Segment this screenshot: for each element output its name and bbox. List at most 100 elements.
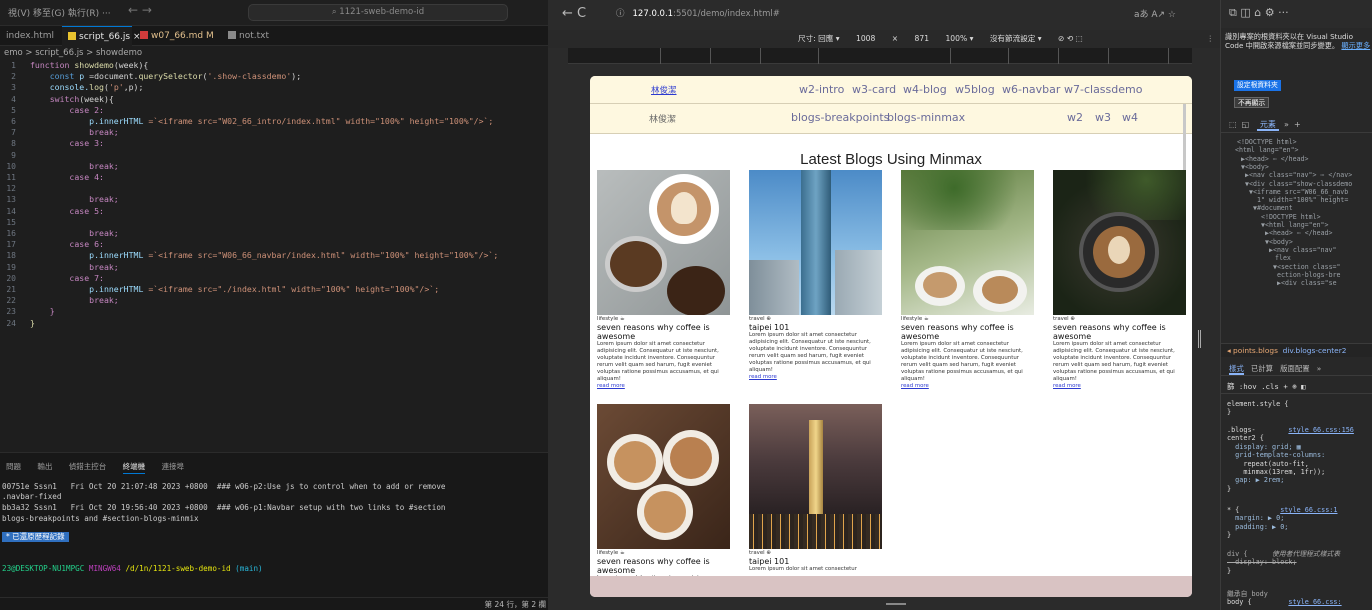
dom-node[interactable]: ▼<body> xyxy=(1241,163,1269,171)
dom-node[interactable]: ▶<nav class="nav" xyxy=(1269,246,1337,254)
code-line[interactable]: break; xyxy=(30,262,119,273)
code-line[interactable]: case 5: xyxy=(30,206,104,217)
css-rule[interactable]: * { style_66.css:1 margin: ▶ 0; padding:… xyxy=(1227,506,1338,540)
inspect-icon[interactable]: ⬚ xyxy=(1229,120,1237,129)
tab-computed[interactable]: 已計算 xyxy=(1251,364,1273,373)
code-line[interactable]: case 3: xyxy=(30,138,104,149)
read-more-link[interactable]: read more xyxy=(901,383,1034,390)
read-more-link[interactable]: read more xyxy=(749,374,882,381)
device-toggle-icon[interactable]: ◱ xyxy=(1242,120,1250,129)
media-query-ruler[interactable] xyxy=(568,48,1192,64)
command-center-search[interactable]: ⌕ 1121-sweb-demo-id xyxy=(248,4,508,21)
add-tab-icon[interactable]: + xyxy=(1294,120,1301,129)
nav-link-w2[interactable]: w2 xyxy=(1067,111,1083,124)
width-input[interactable]: 1008 xyxy=(856,34,875,43)
css-source-link[interactable]: style_66.css:156 xyxy=(1288,426,1353,434)
brand-link[interactable]: 林俊潔 xyxy=(651,84,677,96)
dom-node[interactable]: ection-blogs-bre xyxy=(1277,271,1341,279)
height-input[interactable]: 871 xyxy=(915,34,930,43)
device-tool-icons[interactable]: ⊘ ⟲ ⬚ xyxy=(1058,34,1083,43)
dom-node[interactable]: flex xyxy=(1275,254,1291,262)
nav-link-w4[interactable]: w4 xyxy=(1122,111,1138,124)
back-reload-icon[interactable]: ← C xyxy=(562,6,586,21)
terminal-prompt[interactable]: 23@DESKTOP-NU1MPGC MINGW64 /d/1n/1121-sw… xyxy=(2,564,263,573)
code-line[interactable]: p.innerHTML =`<iframe src="W06_66_navbar… xyxy=(30,250,498,261)
tab-index-html[interactable]: index.html xyxy=(0,26,62,46)
tab-layout[interactable]: 版面配置 xyxy=(1280,364,1310,373)
set-root-folder-button[interactable]: 設定根資料夾 xyxy=(1234,80,1281,91)
code-line[interactable]: break; xyxy=(30,228,119,239)
code-line[interactable]: const p =document.querySelector('.show-c… xyxy=(30,71,301,82)
menu-bar[interactable]: 視(V) 移至(G) 執行(R) ··· xyxy=(8,6,111,19)
breadcrumb[interactable]: emo > script_66.js > showdemo xyxy=(4,46,142,60)
dom-node[interactable]: <!DOCTYPE html> xyxy=(1237,138,1297,146)
dom-node[interactable]: ▼<body> xyxy=(1265,238,1293,246)
dimensions-select[interactable]: 尺寸: 回應 ▾ xyxy=(798,34,840,43)
dom-node[interactable]: ▼#document xyxy=(1253,204,1293,212)
dom-node[interactable]: <html lang="en"> xyxy=(1235,146,1299,154)
dom-node[interactable]: ▼<iframe src="W06_66_navb xyxy=(1249,188,1348,196)
nav-arrows-icon[interactable]: ← → xyxy=(128,3,152,17)
more-tabs-icon[interactable]: » xyxy=(1284,120,1289,129)
bottom-resize-handle[interactable] xyxy=(886,603,906,605)
more-icon[interactable]: » xyxy=(1317,364,1322,373)
info-icon[interactable]: ⓘ xyxy=(616,9,625,19)
dom-node[interactable]: ▼<div class="show-classdemo xyxy=(1245,180,1352,188)
nav-link-blogs-minmax[interactable]: blogs-minmax xyxy=(887,111,965,124)
breadcrumb-item[interactable]: div.blogs-center2 xyxy=(1283,346,1347,355)
tab-styles[interactable]: 樣式 xyxy=(1229,364,1244,375)
dom-node[interactable]: <!DOCTYPE html> xyxy=(1261,213,1321,221)
css-source-link[interactable]: style_66.css:1 xyxy=(1280,506,1337,514)
css-rule[interactable]: div { 使用者代理程式樣式表 display: block; } xyxy=(1227,550,1340,575)
dom-node[interactable]: ▼<section class=" xyxy=(1273,263,1341,271)
read-more-link[interactable]: read more xyxy=(597,383,730,390)
code-line[interactable]: break; xyxy=(30,127,119,138)
css-source-link[interactable]: style_66.css: xyxy=(1288,598,1341,606)
css-rule[interactable]: .blogs- style_66.css:156 center2 { displ… xyxy=(1227,426,1372,493)
nav-link-w2-intro[interactable]: w2-intro xyxy=(799,83,844,96)
code-line[interactable]: case 6: xyxy=(30,239,104,250)
throttling-select[interactable]: 沒有節流設定 ▾ xyxy=(990,34,1042,43)
tab-debug-console[interactable]: 偵錯主控台 xyxy=(69,462,107,471)
code-line[interactable]: break; xyxy=(30,194,119,205)
nav-link-blogs-breakpoints[interactable]: blogs-breakpoints xyxy=(791,111,889,124)
tab-terminal[interactable]: 終端機 xyxy=(122,462,146,474)
tab-not-txt[interactable]: not.txt xyxy=(222,26,292,46)
code-line[interactable]: break; xyxy=(30,295,119,306)
code-line[interactable]: } xyxy=(30,306,55,317)
code-line[interactable]: case 2: xyxy=(30,105,104,116)
toolbar-icons[interactable]: aあ A↗ ☆ xyxy=(1134,7,1176,20)
tab-output[interactable]: 輸出 xyxy=(37,462,52,471)
tab-w07-md[interactable]: w07_66.md M xyxy=(134,26,220,46)
code-line[interactable]: break; xyxy=(30,161,119,172)
dont-show-again-button[interactable]: 不再顯示 xyxy=(1234,97,1270,108)
code-line[interactable]: } xyxy=(30,318,35,329)
code-line[interactable]: switch(week){ xyxy=(30,94,114,105)
dom-node[interactable]: 1" width="100%" height= xyxy=(1257,196,1348,204)
dom-node[interactable]: ▶<div class="se xyxy=(1277,279,1337,287)
code-line[interactable]: p.innerHTML =`<iframe src="./index.html"… xyxy=(30,284,439,295)
nav-link-w3-card[interactable]: w3-card xyxy=(852,83,896,96)
code-line[interactable]: console.log('p',p); xyxy=(30,82,144,93)
tab-elements[interactable]: 元素 xyxy=(1256,120,1279,131)
css-rule[interactable]: element.style { } xyxy=(1227,400,1288,417)
nav-link-w4-blog[interactable]: w4-blog xyxy=(903,83,947,96)
devtools-topbar[interactable]: ⧉ ◫ ⌂ ⚙ ··· xyxy=(1221,0,1372,28)
dom-node[interactable]: ▶<head> ⋯ </head> xyxy=(1241,155,1309,163)
zoom-select[interactable]: 100% ▾ xyxy=(945,34,973,43)
nav-link-w3[interactable]: w3 xyxy=(1095,111,1111,124)
nav-link-w6-navbar[interactable]: w6-navbar xyxy=(1002,83,1060,96)
styles-filter-bar[interactable]: 篩 :hov .cls + ⊕ ◧ xyxy=(1221,378,1372,394)
code-line[interactable]: case 7: xyxy=(30,273,104,284)
dom-node[interactable]: ▼<html lang="en"> xyxy=(1261,221,1329,229)
tab-ports[interactable]: 連接埠 xyxy=(162,462,185,471)
brand-text[interactable]: 林俊潔 xyxy=(649,112,676,125)
show-more-link[interactable]: 顯示更多 xyxy=(1341,41,1370,50)
dom-node[interactable]: ▶<nav class="nav"> ⋯ </nav> xyxy=(1245,171,1352,179)
breadcrumb-item[interactable]: ◂ points.blogs xyxy=(1227,346,1278,355)
dom-node[interactable]: ▶<head> ⋯ </head> xyxy=(1265,229,1333,237)
more-icon[interactable]: ⋮ xyxy=(1206,30,1214,48)
css-rule[interactable]: 繼承自 body body { style_66.css: xyxy=(1227,590,1342,607)
code-line[interactable]: case 4: xyxy=(30,172,104,183)
code-line[interactable]: function showdemo(week){ xyxy=(30,60,148,71)
